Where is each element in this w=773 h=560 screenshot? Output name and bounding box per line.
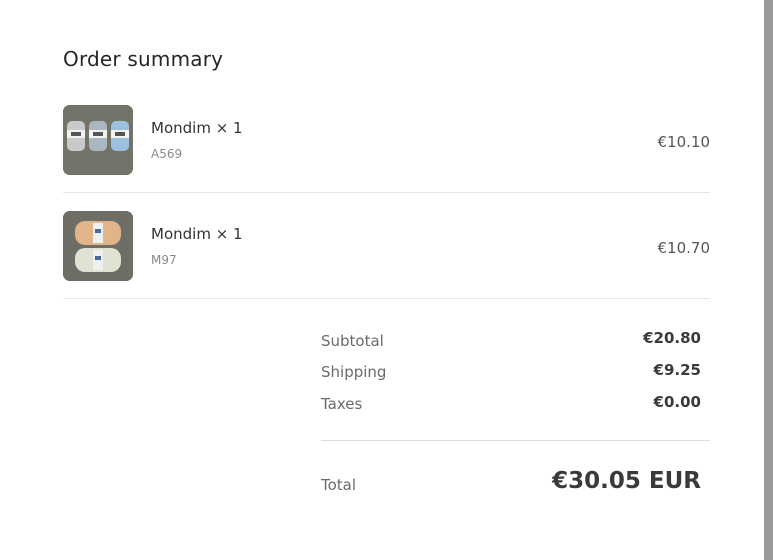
item-price: €10.70	[657, 239, 711, 257]
order-summary-title: Order summary	[63, 47, 224, 71]
subtotal-value: €20.80	[643, 329, 701, 347]
line-item: Mondim × 1 A569 €10.10	[63, 105, 710, 175]
order-summary-panel: Order summary Mondim × 1 A569 €10.10 Mon…	[0, 0, 764, 560]
product-thumbnail	[63, 211, 133, 281]
page-edge-scrollbar	[764, 0, 773, 560]
yarn-skeins-blue-grey-icon	[63, 105, 133, 175]
item-price: €10.10	[657, 133, 711, 151]
shipping-value: €9.25	[653, 361, 701, 379]
divider	[63, 298, 710, 299]
item-sku: M97	[151, 253, 177, 267]
yarn-skeins-peach-mint-icon	[63, 211, 133, 281]
shipping-label: Shipping	[321, 363, 387, 381]
item-name: Mondim × 1	[151, 225, 243, 243]
taxes-label: Taxes	[321, 395, 363, 413]
line-item: Mondim × 1 M97 €10.70	[63, 211, 710, 281]
item-name: Mondim × 1	[151, 119, 243, 137]
total-value: €30.05 EUR	[552, 468, 701, 494]
taxes-value: €0.00	[653, 393, 701, 411]
subtotal-label: Subtotal	[321, 332, 384, 350]
total-label: Total	[321, 476, 357, 494]
product-thumbnail	[63, 105, 133, 175]
divider	[63, 192, 710, 193]
totals-divider	[321, 440, 710, 441]
item-sku: A569	[151, 147, 183, 161]
